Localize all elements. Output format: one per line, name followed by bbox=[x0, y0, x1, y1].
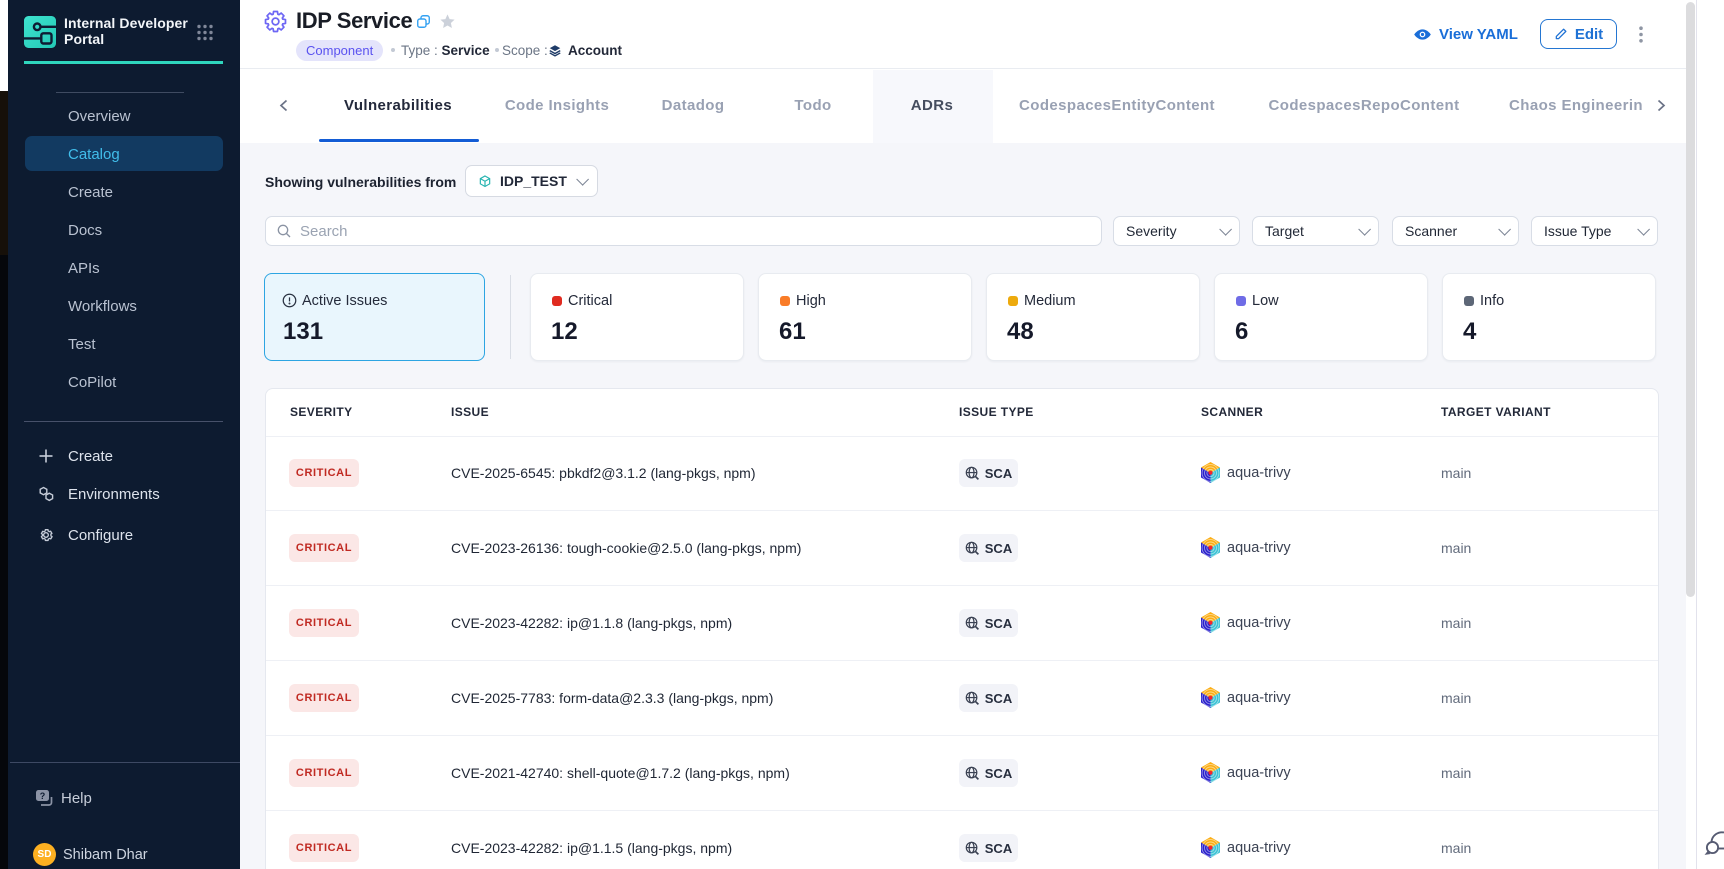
svg-text:?: ? bbox=[40, 791, 46, 801]
